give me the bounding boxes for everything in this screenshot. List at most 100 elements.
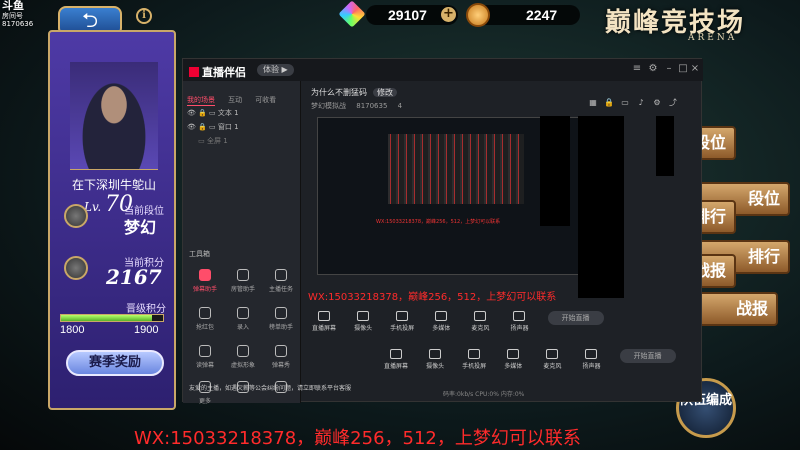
microphone-icon	[546, 349, 559, 359]
recursive-preview	[388, 134, 524, 204]
source-item[interactable]: 👁 🔒 ▭ 文本 1	[187, 107, 297, 119]
source-controls-row-2: 直播屏幕 摄像头 手机投屏 多媒体 麦克风 扬声器 开始直播	[379, 349, 769, 373]
screen-capture-button[interactable]: 直播屏幕	[379, 349, 413, 370]
stream-watermark: 斗鱼 房间号 8170636	[2, 0, 34, 28]
close-icon[interactable]: ×	[689, 63, 701, 75]
fan-count: 4	[397, 102, 403, 110]
red-packet-icon	[199, 307, 211, 319]
tool-danmaku-show[interactable]: 弹幕秀	[263, 345, 299, 375]
control-label: 多媒体	[432, 325, 451, 332]
tool-room-admin[interactable]: 房管助手	[225, 269, 261, 299]
show-icon	[275, 345, 287, 357]
source-controls-row: 直播屏幕 摄像头 手机投屏 多媒体 麦克风 扬声器 开始直播	[307, 311, 697, 335]
rank-emblem-icon	[64, 204, 88, 228]
info-button[interactable]: i	[136, 8, 152, 24]
progress-min: 1800	[60, 324, 85, 336]
control-label: 多媒体	[504, 363, 523, 370]
occlusion-block	[540, 116, 570, 226]
gear-icon[interactable]: ⚙	[651, 98, 663, 107]
speaker-button[interactable]: 扬声器	[574, 349, 608, 370]
settings-icon[interactable]: ⚙	[647, 63, 659, 75]
tasks-icon	[275, 269, 287, 281]
bottom-contact-text: WX:15033218378，巅峰256，512，上梦幻可以联系	[134, 428, 581, 449]
danmaku-icon	[199, 269, 211, 281]
tool-label: 主播任务	[268, 286, 293, 293]
layout-icon[interactable]: ▦	[587, 98, 599, 107]
avatar[interactable]	[70, 62, 158, 170]
progress-max: 1900	[134, 324, 159, 336]
share-icon[interactable]: ⤴	[667, 97, 679, 108]
tab-interact[interactable]: 互动	[228, 95, 242, 105]
tier-label-right: 段位	[747, 189, 780, 208]
app-logo-icon	[189, 67, 199, 77]
tool-red-packet[interactable]: 抢红包	[187, 307, 223, 337]
media-button[interactable]: 多媒体	[496, 349, 530, 370]
tool-danmaku-helper[interactable]: 弹幕助手	[187, 269, 223, 299]
tool-label: 榜单助手	[268, 324, 293, 331]
control-label: 麦克风	[543, 363, 562, 370]
toolbox-label: 工具箱	[189, 250, 210, 258]
tab-viewable[interactable]: 可收看	[255, 95, 276, 105]
tool-virtual-avatar[interactable]: 虚拟形象	[225, 345, 261, 375]
source-item[interactable]: ▭ 全屏 1	[187, 135, 297, 147]
speaker-icon	[585, 349, 598, 359]
play-icon	[435, 311, 448, 321]
status-bar: 码率:0kb/s CPU:0% 内存:0%	[443, 391, 525, 398]
tool-record[interactable]: 录入	[225, 307, 261, 337]
tool-tasks[interactable]: 主播任务	[263, 269, 299, 299]
play-icon	[507, 349, 520, 359]
speaker-icon	[199, 345, 211, 357]
phone-cast-button[interactable]: 手机投屏	[385, 311, 419, 332]
minimize-icon[interactable]: –	[663, 63, 675, 75]
control-label: 直播屏幕	[311, 325, 336, 332]
stream-category[interactable]: 梦幻模拟战	[311, 102, 346, 110]
media-button[interactable]: 多媒体	[424, 311, 458, 332]
arena-subtitle: ARENA	[688, 33, 738, 43]
promo-label: 晋级积分	[126, 304, 166, 315]
edit-title-button[interactable]: 修改	[373, 88, 397, 97]
app-name: 直播伴侣	[202, 66, 246, 79]
camera-button[interactable]: 摄像头	[346, 311, 380, 332]
shield-icon	[275, 307, 287, 319]
add-gems-button[interactable]: +	[441, 7, 456, 22]
tool-read-danmaku[interactable]: 读弹幕	[187, 345, 223, 375]
camera-icon	[357, 311, 370, 321]
camera-button[interactable]: 摄像头	[418, 349, 452, 370]
season-reward-button[interactable]: 赛季奖励	[66, 350, 164, 376]
tool-rank-helper[interactable]: 榜单助手	[263, 307, 299, 337]
menu-icon[interactable]: ≡	[631, 63, 643, 75]
player-name: 在下深圳牛鸵山	[71, 178, 156, 192]
start-live-button[interactable]: 开始直播	[547, 311, 604, 325]
points-emblem-icon	[64, 256, 88, 280]
microphone-button[interactable]: 麦克风	[535, 349, 569, 370]
stream-meta-row: 梦幻模拟战 8170635 4	[311, 101, 410, 111]
occlusion-block	[656, 116, 674, 176]
watermark-brand: 斗鱼	[2, 0, 24, 12]
screen-capture-button[interactable]: 直播屏幕	[307, 311, 341, 332]
mic-icon[interactable]: ▭	[619, 98, 631, 107]
source-item[interactable]: 👁 🔒 ▭ 窗口 1	[187, 121, 297, 133]
bell-icon[interactable]: ♪	[635, 98, 647, 107]
avatar-icon	[237, 345, 249, 357]
lock-icon[interactable]: 🔒	[603, 98, 615, 107]
speaker-button[interactable]: 扬声器	[502, 311, 536, 332]
scene-tabs: 我的场景 互动 可收看	[187, 87, 284, 106]
preview-overlay-text: WX:15033218378，巅峰256，512，上梦幻可以联系	[376, 219, 501, 225]
gem-icon	[338, 0, 366, 28]
control-label: 摄像头	[354, 325, 373, 332]
phone-cast-button[interactable]: 手机投屏	[457, 349, 491, 370]
monitor-icon	[390, 349, 402, 359]
start-live-button[interactable]: 开始直播	[619, 349, 676, 363]
back-arrow-icon: ⮌	[81, 8, 99, 32]
source-label: 全屏 1	[206, 137, 228, 145]
preview-toolbar: ▦ 🔒 ▭ ♪ ⚙ ⤴	[587, 97, 697, 109]
microphone-button[interactable]: 麦克风	[463, 311, 497, 332]
maximize-icon[interactable]: □	[677, 63, 689, 75]
watermark-room: 8170636	[2, 20, 34, 28]
occlusion-block	[578, 116, 624, 298]
tab-my-scenes[interactable]: 我的场景	[187, 95, 215, 106]
source-label: 文本 1	[217, 109, 239, 117]
game-screen: 斗鱼 房间号 8170636 ⮌ i 29107 + 2247 巅峰竞技场 AR…	[0, 0, 800, 450]
experience-tag[interactable]: 体验 ▶	[257, 64, 294, 76]
tool-label: 更多	[198, 398, 211, 405]
